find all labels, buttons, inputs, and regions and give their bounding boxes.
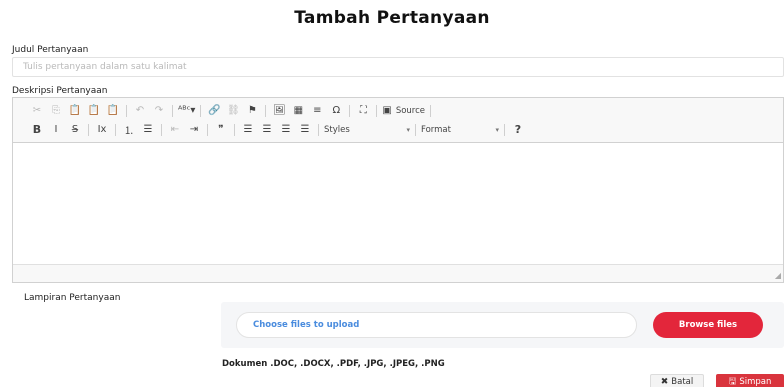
chevron-down-icon: ▾ xyxy=(406,125,410,134)
styles-dropdown[interactable]: Styles ▾ xyxy=(324,123,410,137)
image-icon[interactable]: 🖼 xyxy=(271,103,287,119)
maximize-icon[interactable]: ⛶ xyxy=(355,103,371,119)
judul-input[interactable] xyxy=(12,57,784,77)
align-right-icon[interactable]: ☰ xyxy=(278,122,294,138)
spellcheck-icon[interactable]: ᴬᴮᶜ▾ xyxy=(178,103,195,119)
deskripsi-label: Deskripsi Pertanyaan xyxy=(12,86,108,96)
remove-format-icon[interactable]: Ix xyxy=(94,122,110,138)
editor-status-bar: ◢ xyxy=(13,264,783,282)
source-label: Source xyxy=(395,105,426,116)
toolbar-separator xyxy=(349,104,351,117)
copy-icon[interactable]: ⎘ xyxy=(48,103,64,119)
save-button[interactable]: 🖫 Simpan xyxy=(716,374,784,387)
help-icon[interactable]: ? xyxy=(510,122,526,138)
indent-icon[interactable]: ⇥ xyxy=(186,122,202,138)
toolbar-separator xyxy=(265,104,267,117)
cancel-button[interactable]: ✖ Batal xyxy=(650,374,704,387)
redo-icon[interactable]: ↷ xyxy=(151,103,167,119)
chevron-down-icon: ▾ xyxy=(495,125,499,134)
unlink-icon[interactable]: ⛓ xyxy=(225,103,241,119)
cancel-button-label: Batal xyxy=(671,376,694,387)
toolbar-row-2: B I S̶ Ix ⒈ ☰ ⇤ ⇥ ❞ ☰ ☰ ☰ ☰ Styles ▾ Format ▾? xyxy=(29,120,783,139)
close-icon: ✖ xyxy=(660,376,669,387)
toolbar-separator xyxy=(430,104,432,117)
toolbar-separator xyxy=(126,104,127,117)
judul-label: Judul Pertanyaan xyxy=(12,45,89,55)
source-icon[interactable]: ▣ Source xyxy=(382,103,425,119)
horizontal-line-icon[interactable]: ≡ xyxy=(309,103,325,119)
link-icon[interactable]: 🔗 xyxy=(206,103,222,119)
toolbar-separator xyxy=(504,123,505,136)
bold-icon[interactable]: B xyxy=(29,122,45,138)
blockquote-icon[interactable]: ❞ xyxy=(213,122,229,138)
styles-dropdown-label: Styles xyxy=(324,124,350,135)
table-icon[interactable]: ▦ xyxy=(290,103,306,119)
cut-icon[interactable]: ✂ xyxy=(29,103,45,119)
toolbar-separator xyxy=(88,123,89,136)
paste-icon[interactable]: 📋 xyxy=(67,103,83,119)
anchor-icon[interactable]: ⚑ xyxy=(244,103,260,119)
toolbar-separator xyxy=(161,123,162,136)
paste-text-icon[interactable]: 📋 xyxy=(86,103,102,119)
align-left-icon[interactable]: ☰ xyxy=(240,122,256,138)
format-dropdown-label: Format xyxy=(421,124,451,135)
rich-text-editor: ✂ ⎘ 📋 📋 📋 ↶ ↷ ᴬᴮᶜ▾ 🔗 ⛓ ⚑ 🖼 ▦ ≡ Ω ⛶ ▣ Source B I S̶ Ix ⒈ ☰ ⇤ ⇥ ❞ ☰ ☰… xyxy=(12,97,784,283)
editor-toolbar: ✂ ⎘ 📋 📋 📋 ↶ ↷ ᴬᴮᶜ▾ 🔗 ⛓ ⚑ 🖼 ▦ ≡ Ω ⛶ ▣ Source B I S̶ Ix ⒈ ☰ ⇤ ⇥ ❞ ☰ ☰… xyxy=(13,98,783,143)
page-title: Tambah Pertanyaan xyxy=(294,8,490,28)
toolbar-separator xyxy=(318,123,319,136)
toolbar-separator xyxy=(172,104,173,117)
floppy-disk-icon: 🖫 xyxy=(728,376,737,387)
browse-files-button[interactable]: Browse files xyxy=(653,312,763,338)
save-button-label: Simpan xyxy=(739,376,772,387)
toolbar-separator xyxy=(234,123,235,136)
toolbar-separator xyxy=(200,104,202,117)
align-center-icon[interactable]: ☰ xyxy=(259,122,275,138)
bulleted-list-icon[interactable]: ☰ xyxy=(140,122,156,138)
toolbar-row-1: ✂ ⎘ 📋 📋 📋 ↶ ↷ ᴬᴮᶜ▾ 🔗 ⛓ ⚑ 🖼 ▦ ≡ Ω ⛶ ▣ Source xyxy=(29,101,783,120)
outdent-icon[interactable]: ⇤ xyxy=(167,122,183,138)
format-dropdown[interactable]: Format ▾ xyxy=(421,123,499,137)
paste-word-icon[interactable]: 📋 xyxy=(105,103,121,119)
toolbar-separator xyxy=(207,123,208,136)
special-char-icon[interactable]: Ω xyxy=(328,103,344,119)
numbered-list-icon[interactable]: ⒈ xyxy=(121,122,137,138)
toolbar-separator xyxy=(415,123,416,136)
editor-content-area[interactable] xyxy=(13,143,783,264)
align-justify-icon[interactable]: ☰ xyxy=(297,122,313,138)
upload-file-field[interactable]: Choose files to upload xyxy=(236,312,637,338)
undo-icon[interactable]: ↶ xyxy=(132,103,148,119)
allowed-file-types: Dokumen .DOC, .DOCX, .PDF, .JPG, .JPEG, … xyxy=(222,359,445,369)
lampiran-label: Lampiran Pertanyaan xyxy=(24,293,121,303)
upload-dropzone[interactable]: Choose files to upload Browse files xyxy=(221,302,784,348)
toolbar-separator xyxy=(115,123,116,136)
italic-icon[interactable]: I xyxy=(48,122,64,138)
toolbar-separator xyxy=(376,104,378,117)
strike-icon[interactable]: S̶ xyxy=(67,122,83,138)
resize-handle-icon[interactable]: ◢ xyxy=(775,271,781,280)
